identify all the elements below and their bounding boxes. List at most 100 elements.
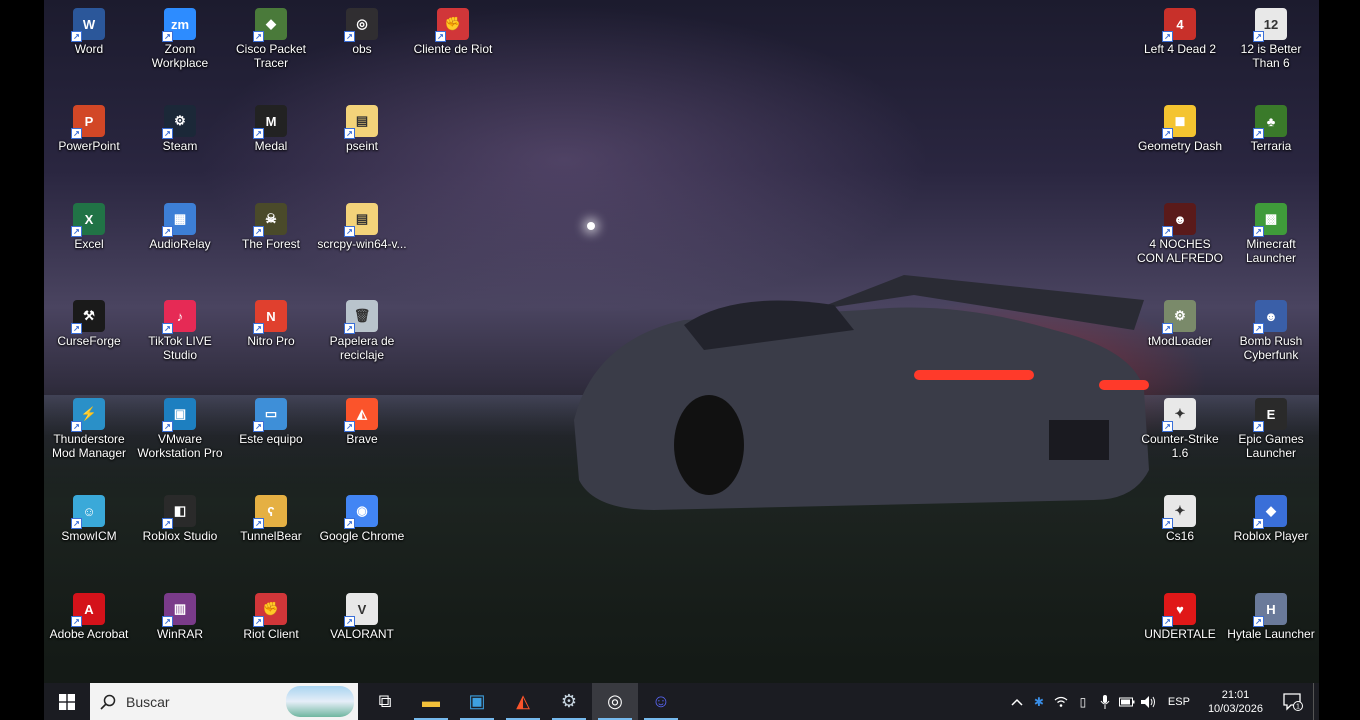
desktop-icon[interactable]: ◆ ↗ Cisco Packet Tracer xyxy=(226,2,316,70)
network-icon[interactable] xyxy=(1050,683,1072,720)
desktop-icon-label: Zoom Workplace xyxy=(151,42,209,70)
taskbar: Buscar ⧉ ▬ ▣ ◭ ⚙ ◎ ☺ ✱ ▯ ESP 21:01 10/03… xyxy=(44,683,1319,720)
desktop-icon[interactable]: 4 ↗ Left 4 Dead 2 xyxy=(1135,2,1225,56)
desktop-icon[interactable]: ◎ ↗ obs xyxy=(317,2,407,56)
search-box[interactable]: Buscar xyxy=(90,683,358,720)
desktop-icon[interactable]: ⚙ ↗ Steam xyxy=(135,99,225,153)
tmodloader-icon: ⚙ ↗ xyxy=(1162,300,1196,334)
desktop-icon[interactable]: N ↗ Nitro Pro xyxy=(226,294,316,348)
desktop-icon[interactable]: ◼ ↗ Geometry Dash xyxy=(1135,99,1225,153)
acrobat-icon: A ↗ xyxy=(71,593,105,627)
file-explorer-button[interactable]: ▬ xyxy=(408,683,454,720)
desktop-icon[interactable]: ✊ ↗ Cliente de Riot xyxy=(408,2,498,56)
desktop-icon-label: Nitro Pro xyxy=(247,334,295,348)
desktop-icon[interactable]: ⚒ ↗ CurseForge xyxy=(44,294,134,348)
shortcut-arrow-icon: ↗ xyxy=(162,31,173,42)
desktop-icon[interactable]: ✦ ↗ Counter-Strike 1.6 xyxy=(1135,392,1225,460)
notification-count: 1 xyxy=(1296,703,1300,710)
desktop-icon[interactable]: ♣ ↗ Terraria xyxy=(1226,99,1316,153)
desktop-icon[interactable]: ☻ ↗ Bomb Rush Cyberfunk xyxy=(1226,294,1316,362)
desktop-icon[interactable]: ▥ ↗ WinRAR xyxy=(135,587,225,641)
phone-link-icon[interactable]: ▯ xyxy=(1072,683,1094,720)
desktop-icon[interactable]: P ↗ PowerPoint xyxy=(44,99,134,153)
steam-button[interactable]: ⚙ xyxy=(546,683,592,720)
start-button[interactable] xyxy=(44,683,90,720)
desktop-icon[interactable]: ♥ ↗ UNDERTALE xyxy=(1135,587,1225,641)
powerpoint-icon: P ↗ xyxy=(71,105,105,139)
brave-icon: ◭ xyxy=(516,691,530,711)
desktop-icon[interactable]: zm ↗ Zoom Workplace xyxy=(135,2,225,70)
desktop-icon[interactable]: ◉ ↗ Google Chrome xyxy=(317,489,407,543)
shortcut-arrow-icon: ↗ xyxy=(71,31,82,42)
desktop-icon[interactable]: ◭ ↗ Brave xyxy=(317,392,407,446)
desktop-icon[interactable]: ▦ ↗ AudioRelay xyxy=(135,197,225,251)
battery-icon[interactable] xyxy=(1116,683,1138,720)
desktop-icon[interactable]: M ↗ Medal xyxy=(226,99,316,153)
desktop-icon[interactable]: ▣ ↗ VMware Workstation Pro xyxy=(135,392,225,460)
desktop-icon[interactable]: V ↗ VALORANT xyxy=(317,587,407,641)
desktop-icon[interactable]: H ↗ Hytale Launcher xyxy=(1226,587,1316,641)
desktop-icon[interactable]: 12 ↗ 12 is Better Than 6 xyxy=(1226,2,1316,70)
clock[interactable]: 21:01 10/03/2026 xyxy=(1198,688,1273,716)
bluetooth-icon[interactable]: ✱ xyxy=(1028,683,1050,720)
desktop-icon[interactable]: ♪ ↗ TikTok LIVE Studio xyxy=(135,294,225,362)
desktop-icon[interactable]: ◆ ↗ Roblox Player xyxy=(1226,489,1316,543)
riot-icon: ✊ ↗ xyxy=(435,8,469,42)
clock-time: 21:01 xyxy=(1221,688,1250,701)
remote-desktop-button[interactable]: ▣ xyxy=(454,683,500,720)
roblox-studio-icon: ◧ ↗ xyxy=(162,495,196,529)
obs-button[interactable]: ◎ xyxy=(592,683,638,720)
desktop-icon[interactable]: ☠ ↗ The Forest xyxy=(226,197,316,251)
desktop-icon-label: Epic Games Launcher xyxy=(1238,432,1304,460)
desktop-icon-label: The Forest xyxy=(241,237,301,251)
desktop-icon[interactable]: ✦ ↗ Cs16 xyxy=(1135,489,1225,543)
desktop[interactable]: W ↗ Word zm ↗ Zoom Workplace ◆ ↗ Cisco Packet Tr… xyxy=(44,0,1319,683)
shortcut-arrow-icon: ↗ xyxy=(1253,518,1264,529)
language-indicator[interactable]: ESP xyxy=(1160,696,1198,708)
desktop-icon-label: pseint xyxy=(345,139,379,153)
brave-button[interactable]: ◭ xyxy=(500,683,546,720)
desktop-icon[interactable]: ☻ ↗ 4 NOCHES CON ALFREDO xyxy=(1135,197,1225,265)
desktop-icon[interactable]: ▭ ↗ Este equipo xyxy=(226,392,316,446)
desktop-icon[interactable]: ◧ ↗ Roblox Studio xyxy=(135,489,225,543)
shortcut-arrow-icon: ↗ xyxy=(1162,226,1173,237)
bomb-rush-cyberfunk-icon: ☻ ↗ xyxy=(1253,300,1287,334)
desktop-icon[interactable]: ☺ ↗ SmowICM xyxy=(44,489,134,543)
desktop-icon[interactable]: E ↗ Epic Games Launcher xyxy=(1226,392,1316,460)
wifi-icon xyxy=(1054,696,1068,707)
desktop-icon[interactable]: ▤ ↗ scrcpy-win64-v... xyxy=(317,197,407,251)
shortcut-arrow-icon: ↗ xyxy=(253,421,264,432)
task-view-icon: ⧉ xyxy=(378,691,392,711)
shortcut-arrow-icon: ↗ xyxy=(344,128,355,139)
4-noches-con-alfredo-icon: ☻ ↗ xyxy=(1162,203,1196,237)
task-view-button[interactable]: ⧉ xyxy=(362,683,408,720)
microphone-icon[interactable] xyxy=(1094,683,1116,720)
show-desktop-button[interactable] xyxy=(1313,683,1319,720)
notification-center-button[interactable]: 1 xyxy=(1273,683,1313,720)
brave-icon: ◭ ↗ xyxy=(344,398,378,432)
desktop-icon[interactable]: ▩ ↗ Minecraft Launcher xyxy=(1226,197,1316,265)
desktop-icon[interactable]: W ↗ Word xyxy=(44,2,134,56)
valorant-icon: V ↗ xyxy=(344,593,378,627)
desktop-icon[interactable]: ✊ ↗ Riot Client xyxy=(226,587,316,641)
desktop-icon[interactable]: X ↗ Excel xyxy=(44,197,134,251)
shortcut-arrow-icon: ↗ xyxy=(162,323,173,334)
desktop-icon-label: Counter-Strike 1.6 xyxy=(1141,432,1219,460)
desktop-icon-label: Bomb Rush Cyberfunk xyxy=(1239,334,1303,362)
shortcut-arrow-icon: ↗ xyxy=(344,323,355,334)
desktop-icon[interactable]: A ↗ Adobe Acrobat xyxy=(44,587,134,641)
desktop-icon-label: Brave xyxy=(346,432,378,446)
volume-icon[interactable] xyxy=(1138,683,1160,720)
desktop-icon[interactable]: ⚡ ↗ Thunderstore Mod Manager xyxy=(44,392,134,460)
shortcut-arrow-icon: ↗ xyxy=(71,421,82,432)
desktop-icon-label: AudioRelay xyxy=(149,237,211,251)
discord-button[interactable]: ☺ xyxy=(638,683,684,720)
desktop-icon[interactable]: ʕ ↗ TunnelBear xyxy=(226,489,316,543)
desktop-icon[interactable]: 🗑 ↗ Papelera de reciclaje xyxy=(317,294,407,362)
desktop-icon[interactable]: ⚙ ↗ tModLoader xyxy=(1135,294,1225,348)
shortcut-arrow-icon: ↗ xyxy=(253,226,264,237)
smowicm-icon: ☺ ↗ xyxy=(71,495,105,529)
desktop-icon[interactable]: ▤ ↗ pseint xyxy=(317,99,407,153)
show-hidden-icons-button[interactable] xyxy=(1006,683,1028,720)
epic-games-icon: E ↗ xyxy=(1253,398,1287,432)
